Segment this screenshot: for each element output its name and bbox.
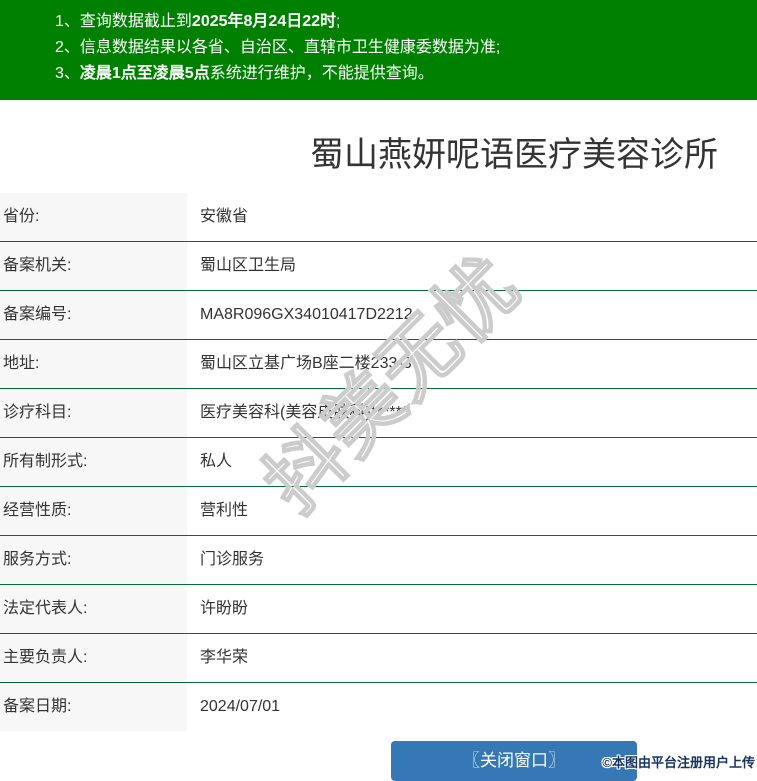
notice-text: 信息数据结果以各省、自治区、直辖市卫生健康委数据为准;: [79, 39, 501, 56]
record-label: 地址:: [0, 340, 187, 388]
notice-text: ;: [336, 13, 341, 30]
upload-attribution-watermark: ©本图由平台注册用户上传: [602, 755, 755, 770]
record-value: 许盼盼: [200, 600, 249, 617]
notice-text-bold: 凌晨1点至凌晨5点: [79, 65, 210, 82]
notice-line-1: 1、查询数据截止到2025年8月24日22时;: [55, 9, 747, 35]
record-row-filing-number: 备案编号: MA8R096GX34010417D2212: [0, 291, 757, 340]
record-value: 2024/07/01: [200, 698, 281, 715]
notice-number: 1、: [55, 13, 80, 30]
close-window-button[interactable]: 〖关闭窗口〗: [391, 741, 637, 781]
record-label: 备案日期:: [0, 683, 187, 731]
record-table: 省份: 安徽省 备案机关: 蜀山区卫生局 备案编号: MA8R096GX3401…: [0, 193, 757, 731]
record-row-legal-representative: 法定代表人: 许盼盼: [0, 585, 757, 634]
record-value: 门诊服务: [200, 551, 265, 568]
record-row-filing-authority: 备案机关: 蜀山区卫生局: [0, 242, 757, 291]
record-label: 经营性质:: [0, 487, 187, 535]
record-label: 主要负责人:: [0, 634, 187, 682]
record-value: 安徽省: [200, 208, 249, 225]
record-value: MA8R096GX34010417D2212: [200, 306, 413, 323]
notice-number: 2、: [55, 39, 80, 56]
record-label: 服务方式:: [0, 536, 187, 584]
notice-bar: 1、查询数据截止到2025年8月24日22时; 2、信息数据结果以各省、自治区、…: [0, 0, 757, 100]
notice-number: 3、: [55, 65, 80, 82]
record-row-ownership-form: 所有制形式: 私人: [0, 438, 757, 487]
record-label: 诊疗科目:: [0, 389, 187, 437]
notice-line-3: 3、凌晨1点至凌晨5点系统进行维护，不能提供查询。: [55, 61, 747, 87]
record-value: 李华荣: [200, 649, 249, 666]
record-value: 蜀山区卫生局: [200, 257, 297, 274]
notice-line-2: 2、信息数据结果以各省、自治区、直辖市卫生健康委数据为准;: [55, 35, 747, 61]
notice-text-bold: 2025年8月24日22时: [191, 13, 337, 30]
notice-text: 查询数据截止到: [79, 13, 192, 30]
record-value: 医疗美容科(美容皮肤科)******: [200, 404, 409, 421]
record-row-province: 省份: 安徽省: [0, 193, 757, 242]
record-row-business-nature: 经营性质: 营利性: [0, 487, 757, 536]
record-label: 省份:: [0, 193, 187, 241]
record-label: 备案编号:: [0, 291, 187, 339]
record-label: 法定代表人:: [0, 585, 187, 633]
record-value: 营利性: [200, 502, 249, 519]
notice-text: 系统进行维护，不能提供查询。: [209, 65, 434, 82]
record-row-service-mode: 服务方式: 门诊服务: [0, 536, 757, 585]
record-label: 备案机关:: [0, 242, 187, 290]
record-label: 所有制形式:: [0, 438, 187, 486]
record-row-treatment-subjects: 诊疗科目: 医疗美容科(美容皮肤科)******: [0, 389, 757, 438]
page-title: 蜀山燕妍呢语医疗美容诊所: [310, 136, 718, 174]
record-row-address: 地址: 蜀山区立基广场B座二楼233-3: [0, 340, 757, 389]
record-value: 私人: [200, 453, 233, 470]
record-row-filing-date: 备案日期: 2024/07/01: [0, 683, 757, 731]
record-row-principal-person: 主要负责人: 李华荣: [0, 634, 757, 683]
record-value: 蜀山区立基广场B座二楼233-3: [200, 355, 412, 372]
